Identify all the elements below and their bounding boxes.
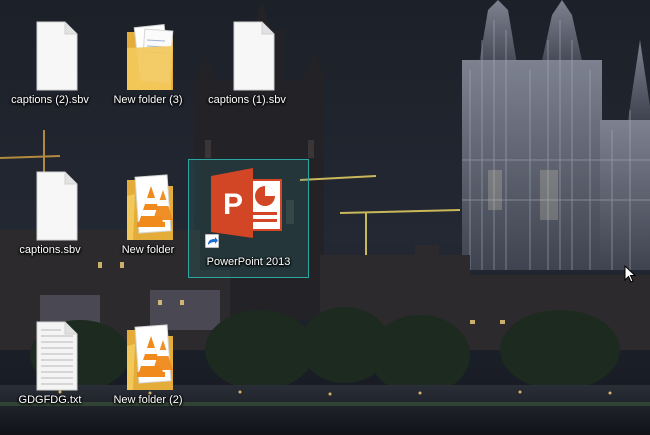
folder-vlc-icon <box>127 174 173 240</box>
desktop-icon-powerpoint-2013[interactable]: P PowerPoint 2013 <box>188 159 309 278</box>
folder-documents-icon <box>127 24 174 90</box>
blank-document-icon <box>36 171 78 241</box>
desktop-icon-new-folder[interactable]: New folder <box>99 170 197 266</box>
desktop-icon-label: New folder (3) <box>113 94 183 106</box>
desktop-icon-label: New folder (2) <box>113 394 183 406</box>
desktop-icon-label: GDGFDG.txt <box>18 394 82 406</box>
desktop-icon-gdgfdg-txt[interactable]: GDGFDG.txt <box>1 320 99 416</box>
blank-document-icon <box>36 21 78 91</box>
text-document-icon <box>36 321 78 391</box>
desktop-icon-label: captions (1).sbv <box>208 94 286 106</box>
blank-document-icon <box>233 21 275 91</box>
shortcut-arrow-icon <box>205 234 219 248</box>
desktop-icon-captions-1-sbv[interactable]: captions (1).sbv <box>198 20 296 116</box>
desktop-icon-label: captions.sbv <box>19 244 81 256</box>
desktop-icon-label: New folder <box>121 244 175 256</box>
desktop-icon-label: captions (2).sbv <box>11 94 89 106</box>
desktop-icon-label: PowerPoint 2013 <box>206 256 291 268</box>
desktop-icon-captions-2-sbv[interactable]: captions (2).sbv <box>1 20 99 116</box>
mouse-cursor-icon <box>624 265 636 283</box>
desktop-icon-new-folder-3[interactable]: New folder (3) <box>99 20 197 116</box>
svg-text:P: P <box>223 188 243 221</box>
desktop-icon-new-folder-2[interactable]: New folder (2) <box>99 320 197 416</box>
desktop-icon-captions-sbv[interactable]: captions.sbv <box>1 170 99 266</box>
folder-vlc-icon <box>127 324 173 390</box>
